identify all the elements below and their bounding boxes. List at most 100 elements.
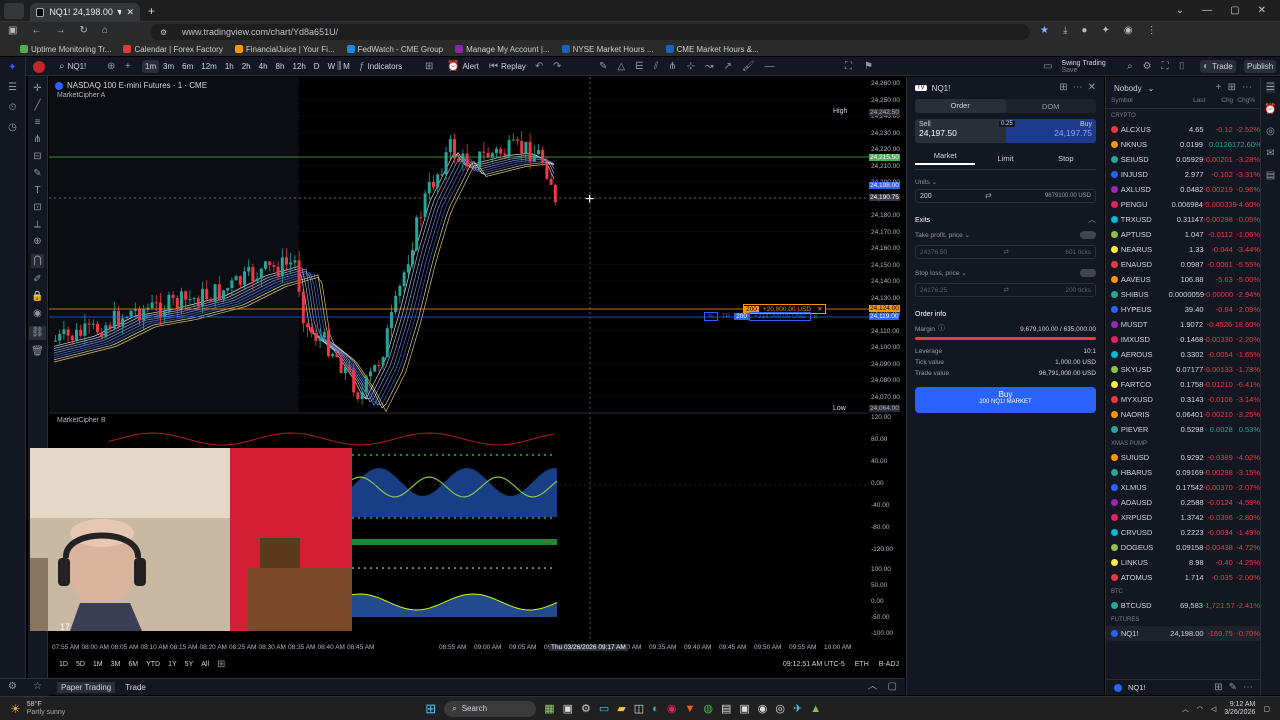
tp-toggle[interactable] [1080,231,1096,239]
avatar[interactable] [30,60,48,73]
tp-price-input[interactable]: 24376.50 ⇄ 601 ticks [915,245,1096,259]
watchlist-row[interactable]: LINKUS 8.98 -0.40 -4.25% [1106,555,1260,570]
tp-close-icon[interactable]: ✕ [811,313,820,321]
settings-icon[interactable]: ⚙ [8,682,17,692]
watchlist-row[interactable]: SEIUSD 0.05929 -0.00201 -3.28% [1106,152,1260,167]
collapse-icon[interactable]: ︿ [868,682,878,692]
trendline-icon[interactable]: ╱ [34,101,40,111]
watchlist-row[interactable]: ADAUSD 0.2588 -0.0124 -4.59% [1106,495,1260,510]
watchlist-row[interactable]: ATOMUS 1.714 -0.035 -2.00% [1106,570,1260,585]
add-symbol-button[interactable]: + [122,60,134,73]
watchlist-row[interactable]: FARTCO 0.1758 -0.01210 -6.41% [1106,377,1260,392]
back-icon[interactable]: ← [31,25,41,36]
watchlist-row[interactable]: XLMUS 0.17542 -0.00370 -2.07% [1106,480,1260,495]
watchlist-section-header[interactable]: XMAS PUMP [1106,437,1260,450]
camera-icon[interactable]: ⌷ [1179,61,1185,72]
flag-icon[interactable]: ⚑ [864,61,873,72]
swap-icon[interactable]: ⇄ [1004,248,1009,256]
undo-button[interactable]: ↶ [532,60,546,73]
eye-icon[interactable]: ◉ [33,309,42,319]
timeframe-2h[interactable]: 2h [242,62,251,71]
swap-icon[interactable]: ⇄ [1004,286,1009,294]
indicator-b-label[interactable]: MarketCipher B [57,417,106,424]
timeframe-12m[interactable]: 12m [201,62,217,71]
range-1d[interactable]: 1D [59,661,68,668]
taskbar-search[interactable]: ⌕ Search [444,700,537,717]
profile-icon[interactable]: ◉ [1124,25,1133,36]
edge-icon[interactable]: ◐ [652,703,659,715]
watchlist-row[interactable]: MYXUSD 0.3143 -0.0106 -3.14% [1106,392,1260,407]
path-icon[interactable]: ↝ [705,61,713,72]
app-icon-3[interactable]: ✈ [793,702,802,715]
col-last[interactable]: Last [1171,97,1205,104]
watchlist-row[interactable]: DOGEUS 0.09158 -0.00438 -4.72% [1106,540,1260,555]
reload-icon[interactable]: ↻ [79,25,87,36]
brave-icon[interactable]: ▼ [684,703,695,715]
order-symbol[interactable]: NQ1! [932,84,951,93]
watchlist-row[interactable]: AEROUS 0.3302 -0.0054 -1.65% [1106,347,1260,362]
watchlist-icon[interactable]: ☰ [8,83,17,93]
timeframe-8h[interactable]: 8h [276,62,285,71]
line-icon[interactable]: — [765,61,775,72]
grid-icon[interactable]: ⊞ [1214,682,1222,693]
widgets-icon[interactable]: ▦ [544,702,554,715]
extension-icon[interactable]: ● [1081,25,1087,36]
taskbar-clock[interactable]: 9:12 AM 3/26/2026 [1224,701,1255,717]
lock-icon[interactable]: 🔒 [31,292,43,302]
app-icon-4[interactable]: ▲ [810,703,821,715]
brush-icon[interactable]: ✎ [33,169,41,179]
watchlist-row[interactable]: NQ1! 24,198.00 -169.75 -0.70% [1106,626,1260,641]
calendar-icon[interactable]: ▤ [721,702,731,715]
watchlist-row[interactable]: PENGU 0.006984 -0.000339 -4.60% [1106,197,1260,212]
ruler-icon[interactable]: ⟂ [34,220,41,230]
volume-icon[interactable]: ◁ [1211,705,1216,713]
watchlist-row[interactable]: HBARUS 0.09169 -0.00298 -3.15% [1106,465,1260,480]
settings-icon[interactable]: ⚙ [1143,61,1152,72]
timeframe-3m[interactable]: 3m [163,62,174,71]
fib-icon[interactable]: ⊟ [33,152,41,162]
layout-icon[interactable]: ⊞ [1059,83,1067,93]
watchlist-section-header[interactable]: BTC [1106,585,1260,598]
bookmark-4[interactable]: Manage My Account |... [455,45,550,54]
alerts-icon[interactable]: ⏲ [9,103,17,113]
chevron-up-icon[interactable]: ︿ [1088,215,1096,225]
sl-price-input[interactable]: 24176.25 ⇄ 200 ticks [915,283,1096,297]
pitchfork-icon[interactable]: ⋔ [33,135,41,145]
watchlist-section-header[interactable]: FUTURES [1106,613,1260,626]
sidebar-icon[interactable]: ▣ [8,25,17,36]
zoom-icon[interactable]: ⊕ [33,237,41,247]
windows-start-icon[interactable]: ⊞ [425,701,436,717]
more-icon[interactable]: ⋯ [1242,83,1252,93]
watchlist-row[interactable]: APTUSD 1.047 -0.0112 -1.06% [1106,227,1260,242]
timeframe-12h[interactable]: 12h [292,62,305,71]
new-tab-icon[interactable]: + [148,4,155,18]
link-icon[interactable]: ⛓ [29,326,46,340]
watchlist-name[interactable]: Nobody [1114,84,1142,93]
timeframe-6m[interactable]: 6m [182,62,193,71]
watchlist-row[interactable]: NKNUS 0.0199 0.0126 172.60% [1106,137,1262,152]
maximize-icon[interactable]: ▢ [1230,5,1239,16]
layout-button[interactable]: ▭ Swing Trading Save [1040,60,1109,74]
watchlist-row[interactable]: NEARUS 1.33 -0.044 -3.44% [1106,242,1260,257]
chart-type-button[interactable]: ⫼ [334,60,345,73]
watchlist-row[interactable]: AXLUSD 0.0482 -0.00219 -0.96% [1106,182,1260,197]
range-1m[interactable]: 1M [93,661,103,668]
watchlist-row[interactable]: ENAUSD 0.0987 -0.0061 -5.55% [1106,257,1260,272]
timeframe-4h[interactable]: 4h [259,62,268,71]
pattern-icon[interactable]: ⊡ [33,203,41,213]
window-close-icon[interactable]: ✕ [1258,5,1266,16]
trade-button[interactable]: ◐ Trade [1200,60,1236,73]
address-input[interactable]: ⚙ www.tradingview.com/chart/Yd8a651U/ [150,24,1030,40]
extensions-puzzle-icon[interactable]: ✦ [1101,25,1109,36]
take-profit-order[interactable]: % TP 200 +314,000.00 USD ✕ [704,312,820,321]
bookmark-1[interactable]: Calendar | Forex Factory [123,45,223,54]
range-6m[interactable]: 6M [128,661,138,668]
edit-icon[interactable]: ✎ [1229,682,1237,693]
settings-icon[interactable]: ⚙ [581,702,591,715]
home-icon[interactable]: ⌂ [102,25,108,36]
range-1y[interactable]: 1Y [168,661,177,668]
watchlist-row[interactable]: XRPUSD 1.3742 -0.0396 -2.80% [1106,510,1260,525]
trade-tab[interactable]: Trade [125,683,146,692]
advanced-view-icon[interactable]: ⊞ [1228,83,1236,93]
browser-tab-active[interactable]: NQ1! 24,198.00 ▼ −0.7% Swing ✕ [30,3,140,21]
